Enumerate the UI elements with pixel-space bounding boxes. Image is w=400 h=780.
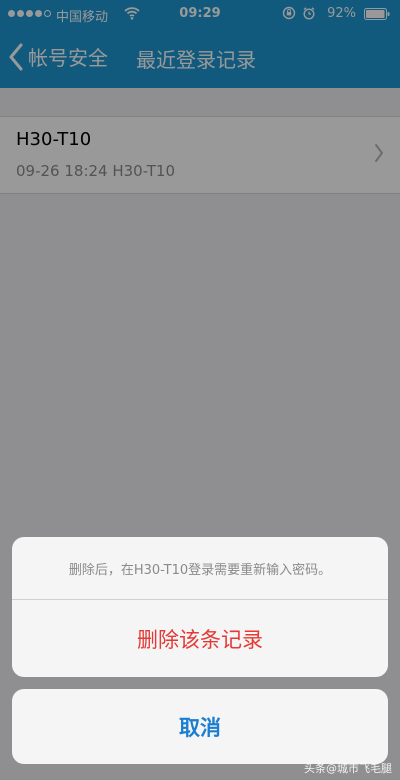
cancel-button[interactable]: 取消	[12, 689, 388, 764]
action-sheet: 删除后，在H30-T10登录需要重新输入密码。 删除该条记录	[12, 537, 388, 677]
watermark: 头条@城市飞毛腿	[304, 762, 392, 775]
delete-record-button[interactable]: 删除该条记录	[12, 600, 388, 677]
action-sheet-message: 删除后，在H30-T10登录需要重新输入密码。	[12, 537, 388, 600]
